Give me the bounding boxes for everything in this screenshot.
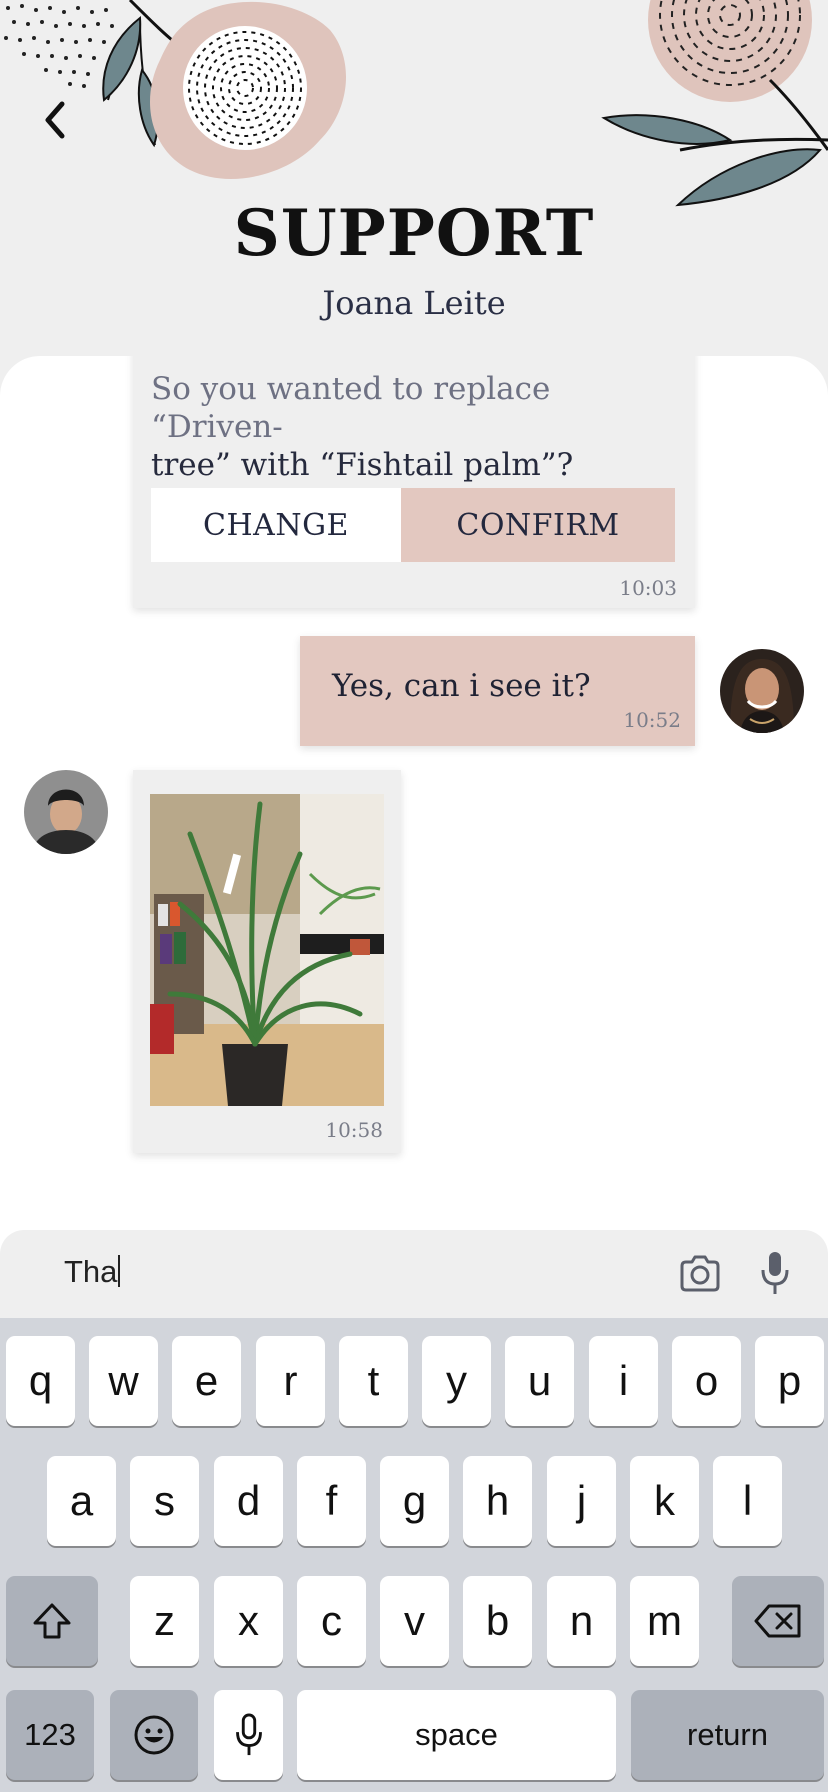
key-g[interactable]: g [380, 1456, 449, 1546]
camera-icon[interactable] [678, 1252, 722, 1296]
key-w[interactable]: w [89, 1336, 158, 1426]
back-chevron-icon[interactable] [36, 96, 76, 146]
floral-decoration [4, 0, 828, 207]
message-composer: Tha [0, 1230, 828, 1318]
chat-panel[interactable]: So you wanted to replace “Driven- tree” … [0, 356, 828, 1256]
confirm-message-line-1: So you wanted to replace “Driven- [151, 371, 551, 445]
key-j[interactable]: j [547, 1456, 616, 1546]
key-e[interactable]: e [172, 1336, 241, 1426]
microphone-icon[interactable] [760, 1250, 790, 1296]
plant-photo[interactable] [150, 794, 384, 1106]
user-avatar[interactable] [720, 649, 804, 733]
key-b[interactable]: b [463, 1576, 532, 1666]
shift-arrow-icon [33, 1603, 71, 1639]
key-u[interactable]: u [505, 1336, 574, 1426]
user-message-bubble: Yes, can i see it? 10:52 [300, 636, 695, 746]
confirm-message-line-2: tree” with “Fishtail palm”? [151, 447, 574, 483]
message-timestamp: 10:03 [619, 576, 677, 600]
key-i[interactable]: i [589, 1336, 658, 1426]
key-r[interactable]: r [256, 1336, 325, 1426]
text-caret [118, 1255, 121, 1287]
return-key[interactable]: return [631, 1690, 824, 1780]
confirm-actions: CHANGE CONFIRM [151, 488, 675, 562]
space-key[interactable]: space [297, 1690, 616, 1780]
key-q[interactable]: q [6, 1336, 75, 1426]
key-c[interactable]: c [297, 1576, 366, 1666]
key-m[interactable]: m [630, 1576, 699, 1666]
key-t[interactable]: t [339, 1336, 408, 1426]
agent-name: Joana Leite [322, 284, 506, 322]
key-p[interactable]: p [755, 1336, 824, 1426]
key-l[interactable]: l [713, 1456, 782, 1546]
shift-key[interactable] [6, 1576, 98, 1666]
message-timestamp: 10:58 [325, 1118, 383, 1142]
emoji-icon [134, 1715, 174, 1755]
backspace-key[interactable] [732, 1576, 824, 1666]
agent-avatar[interactable] [24, 770, 108, 854]
key-n[interactable]: n [547, 1576, 616, 1666]
key-k[interactable]: k [630, 1456, 699, 1546]
on-screen-keyboard: q w e r t y u i o p a s d f g h j k l z … [0, 1318, 828, 1792]
emoji-key[interactable] [110, 1690, 198, 1780]
confirm-button[interactable]: CONFIRM [401, 488, 675, 562]
message-input[interactable]: Tha [64, 1254, 121, 1290]
key-a[interactable]: a [47, 1456, 116, 1546]
key-h[interactable]: h [463, 1456, 532, 1546]
key-x[interactable]: x [214, 1576, 283, 1666]
confirm-message-text: So you wanted to replace “Driven- tree” … [151, 370, 681, 484]
dictation-key[interactable] [214, 1690, 283, 1780]
key-s[interactable]: s [130, 1456, 199, 1546]
photo-message-bubble: 10:58 [133, 770, 401, 1153]
numbers-key[interactable]: 123 [6, 1690, 94, 1780]
microphone-icon [235, 1713, 262, 1756]
confirm-message-bubble: So you wanted to replace “Driven- tree” … [133, 356, 695, 608]
user-message-text: Yes, can i see it? [332, 668, 591, 704]
message-timestamp: 10:52 [623, 708, 681, 732]
key-f[interactable]: f [297, 1456, 366, 1546]
header: SUPPORT Joana Leite [0, 0, 828, 380]
page-title: SUPPORT [233, 196, 595, 271]
message-input-value: Tha [64, 1254, 118, 1289]
key-z[interactable]: z [130, 1576, 199, 1666]
key-v[interactable]: v [380, 1576, 449, 1666]
change-button[interactable]: CHANGE [151, 488, 401, 562]
key-d[interactable]: d [214, 1456, 283, 1546]
key-y[interactable]: y [422, 1336, 491, 1426]
key-o[interactable]: o [672, 1336, 741, 1426]
backspace-icon [754, 1604, 801, 1638]
